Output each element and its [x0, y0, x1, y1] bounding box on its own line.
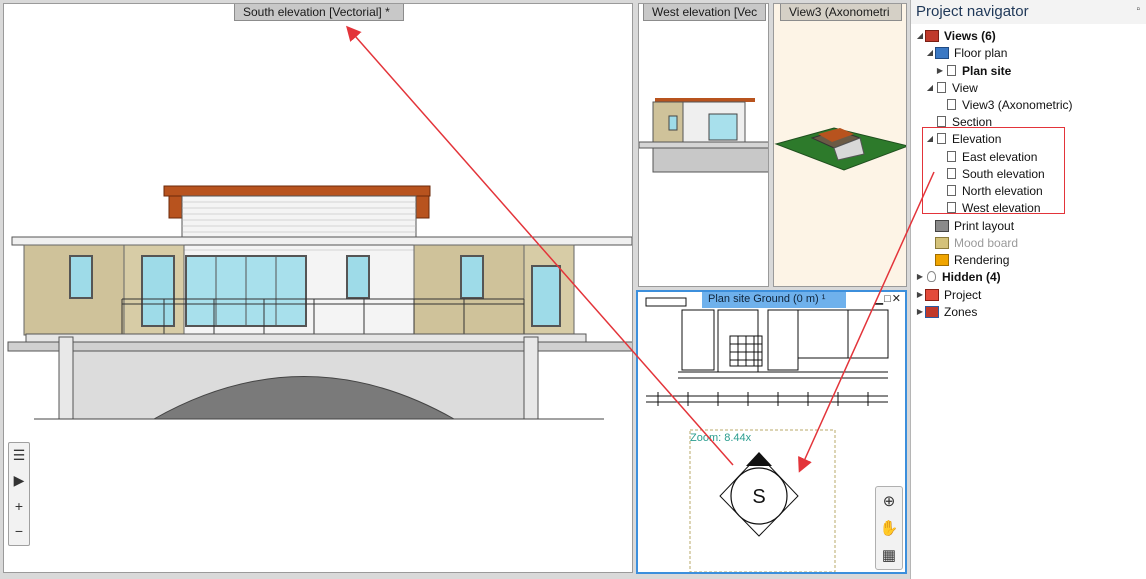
document-icon: [947, 65, 956, 76]
zoom-out-icon[interactable]: −: [9, 518, 29, 543]
bulb-icon: [927, 271, 936, 282]
tree-item-label: Project: [944, 287, 982, 302]
magnifier-icon[interactable]: ⊕: [876, 487, 902, 514]
play-icon[interactable]: ▶: [9, 468, 29, 493]
tree-item-views[interactable]: ◢ Views (6): [915, 27, 996, 44]
collapsed-arrow-icon[interactable]: ▶: [935, 66, 945, 75]
zoom-in-icon[interactable]: +: [9, 493, 29, 518]
folder-icon: [935, 253, 949, 266]
south-elevation-drawing: [7, 185, 632, 420]
mood-board-icon: [935, 236, 949, 249]
elevation-highlight-box: [922, 127, 1065, 214]
floor-plan-drawing: S: [645, 297, 889, 572]
tree-item-label: Zones: [944, 304, 978, 319]
tree-item-view3-axonometric[interactable]: View3 (Axonometric): [945, 96, 1072, 113]
tree-item-label: Floor plan: [954, 45, 1008, 60]
tree-item-mood-board[interactable]: Mood board: [935, 234, 1018, 251]
tree-item-hidden[interactable]: ▶ Hidden (4): [915, 268, 1001, 285]
list-icon[interactable]: ☰: [9, 443, 29, 468]
tree-item-label: Hidden (4): [942, 269, 1001, 284]
pan-hand-icon[interactable]: ✋: [876, 514, 902, 541]
expanded-arrow-icon[interactable]: ◢: [915, 31, 925, 40]
project-icon: [925, 288, 939, 301]
tree-item-print-layout[interactable]: Print layout: [935, 217, 1014, 234]
tree-item-label: Mood board: [954, 235, 1019, 250]
tree-item-zones[interactable]: ▶ Zones: [915, 303, 977, 320]
collapsed-arrow-icon[interactable]: ▶: [915, 307, 925, 316]
tree-item-project[interactable]: ▶ Project: [915, 286, 981, 303]
tree-item-rendering[interactable]: Rendering: [935, 251, 1009, 268]
views-icon: [925, 29, 939, 42]
floor-plan-icon: [935, 46, 949, 59]
project-navigator-title: Project navigator: [916, 3, 1029, 20]
tree-item-label: Print layout: [954, 218, 1015, 233]
document-icon: [937, 116, 946, 127]
tree-item-floor-plan[interactable]: ◢ Floor plan: [925, 44, 1007, 61]
tree-item-label: View: [952, 80, 978, 95]
collapsed-arrow-icon[interactable]: ▶: [915, 272, 925, 281]
zoom-tools-panel: ⊕ ✋ ▦: [875, 486, 903, 570]
printer-icon: [935, 219, 949, 232]
app-window: South elevation [Vectorial] * ☰ ▶ + − We…: [0, 0, 1146, 579]
expanded-arrow-icon[interactable]: ◢: [925, 48, 935, 57]
south-elevation-viewport[interactable]: South elevation [Vectorial] * ☰ ▶ + −: [3, 3, 633, 573]
project-navigator-panel: Project navigator ▫ ◢ Views (6) ◢ Floor …: [910, 0, 1146, 579]
axonometric-viewport[interactable]: View3 (Axonometri: [773, 3, 907, 287]
zones-icon: [925, 305, 939, 318]
tree-item-label: Plan site: [962, 63, 1012, 78]
tree-item-label: View3 (Axonometric): [962, 97, 1073, 112]
tree-item-plan-site[interactable]: ▶ Plan site: [935, 62, 1011, 79]
collapsed-arrow-icon[interactable]: ▶: [915, 290, 925, 299]
tree-item-view[interactable]: ◢ View: [925, 79, 978, 96]
compass-letter: S: [752, 486, 765, 508]
pin-icon[interactable]: ▫: [1136, 4, 1140, 15]
zoom-level-label: Zoom: 8.44x: [690, 432, 752, 444]
layout-icon[interactable]: ▦: [876, 541, 902, 568]
project-navigator-header: Project navigator ▫: [911, 0, 1146, 24]
view-tools-panel: ☰ ▶ + −: [8, 442, 30, 546]
document-icon: [947, 99, 956, 110]
west-elevation-viewport[interactable]: West elevation [Vec: [638, 3, 769, 287]
tree-item-label: Views (6): [944, 28, 996, 43]
tree-item-label: Rendering: [954, 252, 1010, 267]
west-elevation-drawing: [639, 98, 768, 173]
document-icon: [937, 82, 946, 93]
expanded-arrow-icon[interactable]: ◢: [925, 83, 935, 92]
axonometric-drawing: [774, 127, 906, 171]
plan-site-viewport[interactable]: Plan site Ground (0 m) ¹ ▁□✕ S Zoom: 8.4…: [636, 290, 907, 574]
